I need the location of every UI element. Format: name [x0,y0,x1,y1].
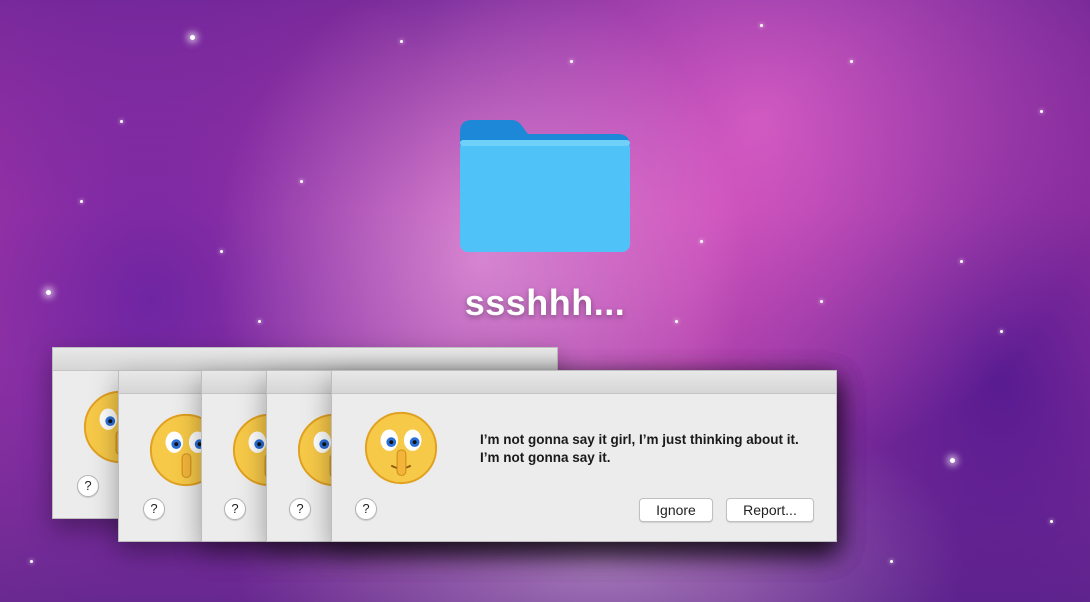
title-bar[interactable] [332,371,836,394]
title-bar[interactable] [53,348,557,371]
folder-label[interactable]: ssshhh... [420,282,670,324]
shushing-face-icon [364,411,438,485]
help-button[interactable]: ? [289,498,311,520]
help-button[interactable]: ? [77,475,99,497]
help-button[interactable]: ? [224,498,246,520]
alert-dialog[interactable]: I’m not gonna say it girl, I’m just thin… [331,370,837,542]
ignore-button[interactable]: Ignore [639,498,713,522]
alert-message-line-1: I’m not gonna say it girl, I’m just thin… [480,432,799,447]
report-button[interactable]: Report... [726,498,814,522]
alert-message: I’m not gonna say it girl, I’m just thin… [480,431,799,467]
folder-icon[interactable] [458,118,632,254]
help-button[interactable]: ? [143,498,165,520]
alert-message-line-2: I’m not gonna say it. [480,450,611,465]
help-button[interactable]: ? [355,498,377,520]
